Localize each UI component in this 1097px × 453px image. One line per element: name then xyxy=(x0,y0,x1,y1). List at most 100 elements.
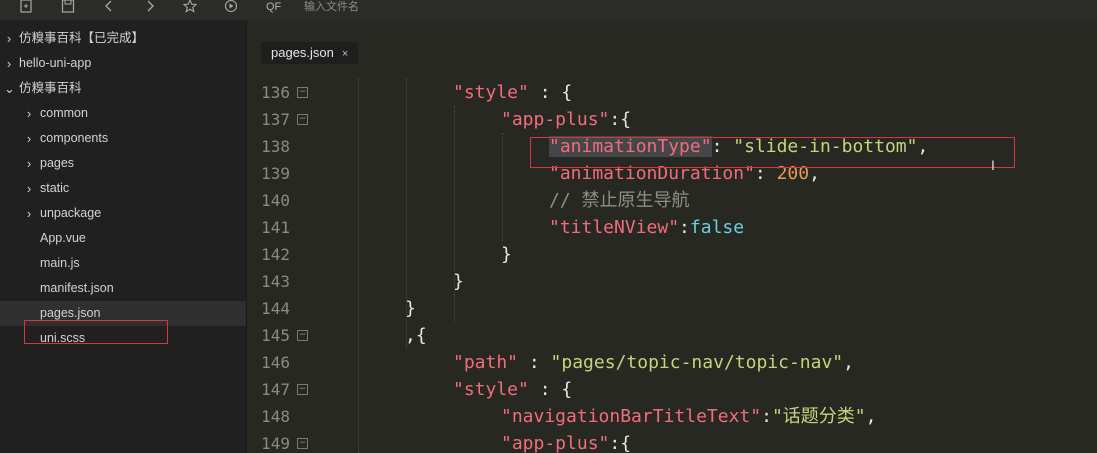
indent-guide xyxy=(406,79,407,349)
line-number: 147 xyxy=(261,380,290,399)
forward-icon[interactable] xyxy=(140,0,160,18)
chevron-down-icon[interactable]: ⌄ xyxy=(4,76,15,101)
code-token: } xyxy=(501,244,512,265)
code-token: ,{ xyxy=(405,325,427,346)
sidebar-item[interactable]: › common xyxy=(0,101,246,126)
code-token: "app-plus" xyxy=(501,109,610,130)
sidebar-item-label: manifest.json xyxy=(40,281,114,295)
indent-guide xyxy=(502,133,503,241)
sidebar-item[interactable]: uni.scss xyxy=(0,326,246,351)
sidebar-item[interactable]: › static xyxy=(0,176,246,201)
code-token: "animationDuration" xyxy=(549,163,755,184)
sidebar-item[interactable]: › components xyxy=(0,126,246,151)
code-token: 200 xyxy=(776,163,810,184)
code-token: , xyxy=(865,406,877,427)
chevron-right-icon[interactable]: › xyxy=(24,126,34,151)
code-token: , xyxy=(843,352,854,373)
sidebar-item-label: pages xyxy=(40,156,75,170)
chevron-right-icon[interactable]: › xyxy=(24,176,34,201)
code-token: :{ xyxy=(609,109,632,130)
tab-label: pages.json xyxy=(271,45,334,60)
code-token: "path" xyxy=(453,352,519,373)
line-number: 137 xyxy=(261,110,290,129)
sidebar-item-label: uni.scss xyxy=(40,331,86,345)
sidebar-item[interactable]: › 仿糗事百科【已完成】 xyxy=(0,26,246,51)
file-search-input[interactable] xyxy=(296,0,1092,14)
line-number: 149 xyxy=(261,434,290,453)
fold-toggle-icon[interactable]: − xyxy=(297,438,308,449)
code-token: "animationType" xyxy=(549,136,712,157)
chevron-right-icon[interactable]: › xyxy=(4,51,14,76)
project-explorer: › 仿糗事百科【已完成】 › hello-uni-app ⌄ 仿糗事百科 › common › c… xyxy=(0,20,247,453)
sidebar-item[interactable]: App.vue xyxy=(0,226,246,251)
code-token: : xyxy=(754,163,777,184)
code-line[interactable]: 145− ,{ xyxy=(247,322,1097,349)
file-search-icon: QF xyxy=(266,1,282,13)
code-line[interactable]: 140 // 禁止原生导航 xyxy=(247,187,1097,214)
code-line[interactable]: 148 "navigationBarTitleText":"话题分类", xyxy=(247,403,1097,430)
code-line[interactable]: 142} xyxy=(247,241,1097,268)
code-line[interactable]: 141 "titleNView":false xyxy=(247,214,1097,241)
line-number: 140 xyxy=(261,191,290,210)
tab-close-icon[interactable]: × xyxy=(342,48,348,60)
sidebar-item-label: 仿糗事百科 xyxy=(19,81,82,95)
code-line[interactable]: 144} xyxy=(247,295,1097,322)
indent-guide xyxy=(454,106,455,322)
code-token: "style" xyxy=(453,82,529,103)
back-icon[interactable] xyxy=(99,0,119,18)
sidebar-item[interactable]: main.js xyxy=(0,251,246,276)
code-text: "animationDuration": 200, xyxy=(549,160,820,187)
sidebar-item-label: common xyxy=(40,106,88,120)
sidebar-item[interactable]: ⌄ 仿糗事百科 xyxy=(0,76,246,101)
chevron-right-icon[interactable]: › xyxy=(24,151,34,176)
code-token: :{ xyxy=(609,433,632,453)
code-text: } xyxy=(501,241,512,268)
code-line[interactable]: 137− "app-plus":{ xyxy=(247,106,1097,133)
line-number: 146 xyxy=(261,353,290,372)
code-token: // 禁止原生导航 xyxy=(549,190,690,211)
code-line[interactable]: 139 "animationDuration": 200, xyxy=(247,160,1097,187)
code-token: : xyxy=(711,136,734,157)
sidebar-item[interactable]: › unpackage xyxy=(0,201,246,226)
text-cursor-icon: I xyxy=(991,157,995,173)
sidebar-item[interactable]: › pages xyxy=(0,151,246,176)
code-line[interactable]: 147− "style" : { xyxy=(247,376,1097,403)
sidebar-item[interactable]: manifest.json xyxy=(0,276,246,301)
run-icon[interactable] xyxy=(221,0,241,18)
line-number: 144 xyxy=(261,299,290,318)
sidebar-item[interactable]: › hello-uni-app xyxy=(0,51,246,76)
line-number: 138 xyxy=(261,137,290,156)
new-file-icon[interactable] xyxy=(16,0,36,18)
code-token: : { xyxy=(528,82,573,103)
star-icon[interactable] xyxy=(180,0,200,18)
code-token: "话题分类" xyxy=(771,406,866,427)
chevron-right-icon[interactable]: › xyxy=(4,26,14,51)
sidebar-item-label: 仿糗事百科【已完成】 xyxy=(19,31,145,45)
fold-toggle-icon[interactable]: − xyxy=(297,384,308,395)
fold-toggle-icon[interactable]: − xyxy=(297,87,308,98)
code-token: : xyxy=(679,217,690,238)
fold-toggle-icon[interactable]: − xyxy=(297,330,308,341)
code-line[interactable]: 138 "animationType": "slide-in-bottom", xyxy=(247,133,1097,160)
save-icon[interactable] xyxy=(58,0,78,18)
code-text: "style" : { xyxy=(453,376,572,403)
code-text: ,{ xyxy=(405,322,427,349)
chevron-right-icon[interactable]: › xyxy=(24,101,34,126)
code-token: "slide-in-bottom" xyxy=(733,136,918,157)
sidebar-item-label: unpackage xyxy=(40,206,102,220)
code-line[interactable]: 136− "style" : { xyxy=(247,79,1097,106)
code-text: "animationType": "slide-in-bottom", xyxy=(549,133,928,160)
line-number: 143 xyxy=(261,272,290,291)
chevron-right-icon[interactable]: › xyxy=(24,201,34,226)
fold-toggle-icon[interactable]: − xyxy=(297,114,308,125)
tab-pages-json[interactable]: pages.json × xyxy=(261,42,359,64)
code-token: : xyxy=(761,406,772,427)
line-number: 142 xyxy=(261,245,290,264)
line-number: 148 xyxy=(261,407,290,426)
code-line[interactable]: 149− "app-plus":{ xyxy=(247,430,1097,453)
code-line[interactable]: 146 "path" : "pages/topic-nav/topic-nav", xyxy=(247,349,1097,376)
sidebar-item[interactable]: pages.json xyxy=(0,301,246,326)
editor-tab-bar: pages.json × xyxy=(247,20,1097,68)
code-line[interactable]: 143} xyxy=(247,268,1097,295)
code-editor[interactable]: pages.json × 136− "style" : {137− "app-plus… xyxy=(247,20,1097,453)
